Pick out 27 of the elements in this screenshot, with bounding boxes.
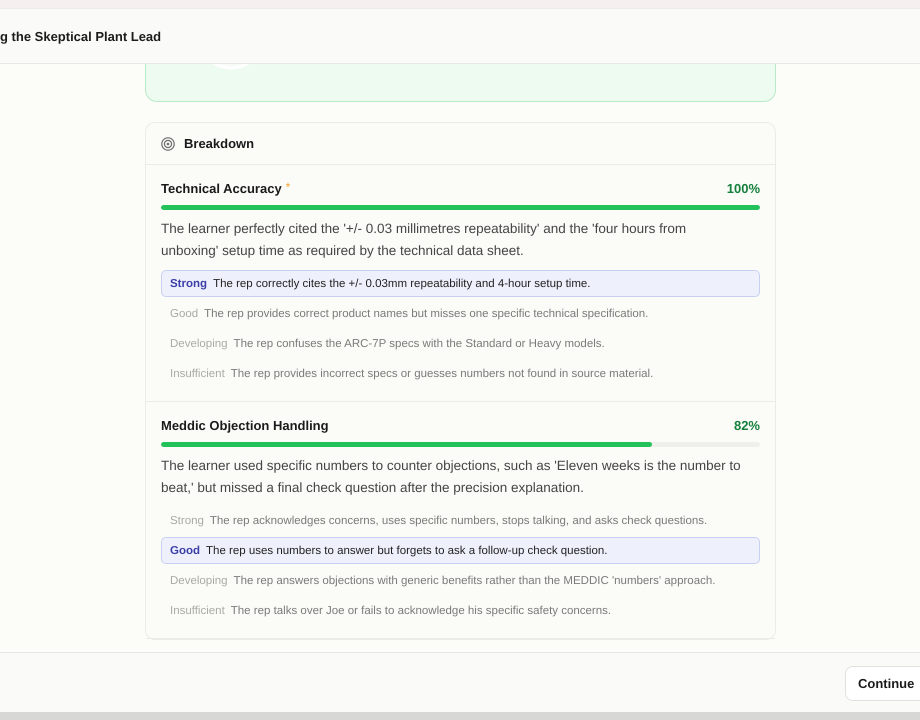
rubric-description: The rep uses numbers to answer but forgets to ask a follow-up check question. [206, 544, 608, 556]
rubric-level: Good [170, 544, 200, 556]
target-icon [161, 136, 175, 150]
rubric-level: Strong [170, 278, 208, 290]
criterion-summary: The learner used specific numbers to counter objections, such as 'Eleven weeks is the number to beat,' but missed a final check question after the precision explanation. [161, 457, 742, 497]
rubric-description: The rep talks over Joe or fails to acknowledge his specific safety concerns. [230, 604, 612, 616]
required-mark: * [286, 180, 290, 192]
rubric-level: Strong [170, 514, 204, 526]
score-percent: 100% [726, 180, 760, 196]
rubric-description: The rep acknowledges concerns, uses specific numbers, stops talking, and asks check questions. [210, 514, 708, 526]
criterion-title: Meddic Objection Handling [161, 418, 329, 432]
rubric-level: Insufficient [170, 368, 225, 380]
continue-button[interactable]: Continue [845, 666, 920, 700]
score-percent: 82% [734, 418, 760, 432]
rubric-level: Developing [170, 338, 228, 350]
criterion-summary: The learner perfectly cited the '+/- 0.03 millimetres repeatability' and the 'four hours from unboxing' setup time as required by the technical data sheet. [161, 220, 688, 260]
rubric-description: The rep correctly cites the +/- 0.03mm repeatability and 4-hour setup time. [213, 278, 591, 290]
rubric-level: Good [170, 308, 198, 320]
rubric-description: The rep confuses the ARC-7P specs with the Standard or Heavy models. [234, 338, 605, 350]
criterion-title: Technical Accuracy [161, 180, 282, 196]
rubric-description: The rep provides correct product names but misses one specific technical specification. [204, 308, 648, 320]
rubric-description: The rep answers objections with generic benefits rather than the MEDDIC 'numbers' approach. [234, 574, 716, 586]
rubric-description: The rep provides incorrect specs or guesses numbers not found in source material. [230, 368, 654, 380]
rubric-level: Developing [170, 574, 228, 586]
section-title: Breakdown [184, 136, 254, 151]
page-title: g the Skeptical Plant Lead [0, 28, 162, 44]
rubric-level: Insufficient [170, 604, 225, 616]
